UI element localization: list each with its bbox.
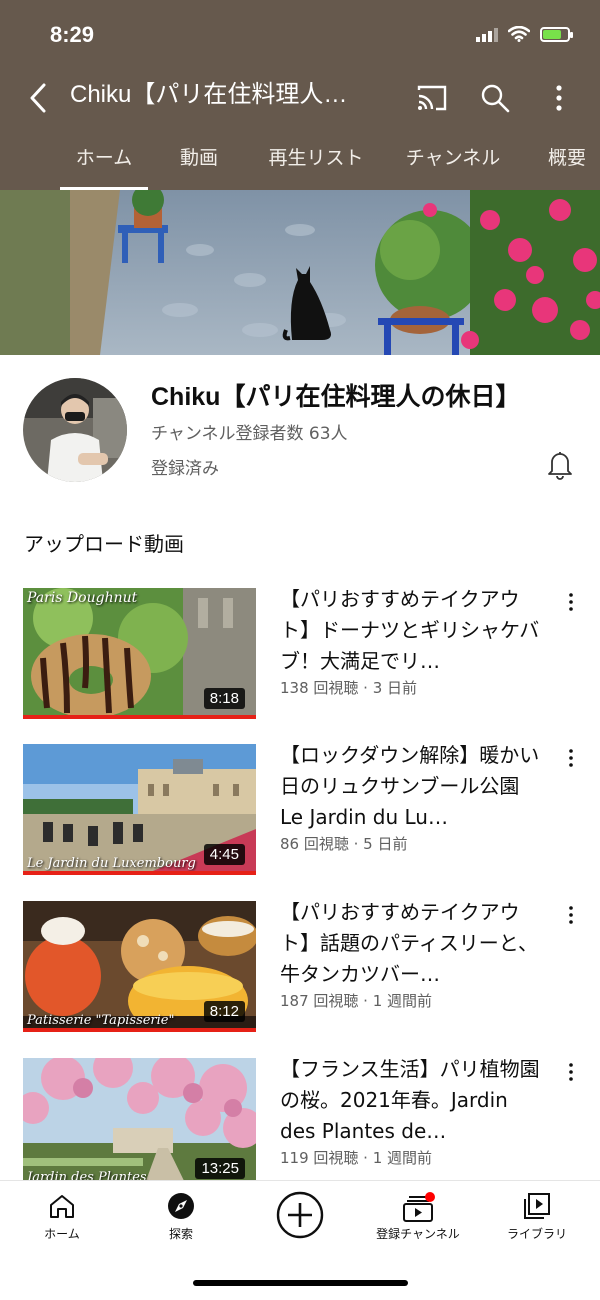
cast-icon[interactable]: [414, 80, 450, 116]
subscriber-count: チャンネル登録者数 63人: [151, 424, 348, 444]
banner-image: [0, 190, 600, 355]
tab-channels[interactable]: チャンネル: [400, 135, 506, 190]
status-bar: 8:29: [0, 0, 600, 70]
subscribed-button[interactable]: 登録済み: [151, 454, 219, 479]
nav-create[interactable]: [240, 1181, 360, 1261]
back-icon[interactable]: [22, 80, 58, 116]
tab-about[interactable]: 概要: [548, 135, 600, 190]
more-vert-icon[interactable]: [541, 80, 577, 116]
video-meta: 187 回視聴 · 1 週間前: [280, 992, 433, 1010]
more-vert-icon[interactable]: [559, 1060, 583, 1084]
signal-icon: [476, 26, 498, 42]
app-bar: Chiku【パリ在住料理人…: [0, 70, 600, 126]
thumbnail-caption: Le Jardin du Luxembourg: [27, 856, 196, 871]
channel-info: Chiku【パリ在住料理人の休日】 チャンネル登録者数 63人 登録済み: [0, 355, 600, 505]
watch-progress-bar: [23, 871, 256, 875]
nav-home[interactable]: ホーム: [2, 1181, 122, 1261]
page-title: Chiku【パリ在住料理人…: [70, 81, 348, 108]
video-title[interactable]: 【パリおすすめテイクアウト】話題のパティスリーと、牛タンカツバー…: [280, 897, 542, 990]
subscriptions-icon: [403, 1192, 435, 1222]
video-thumbnail[interactable]: Le Jardin du Luxembourg 4:45: [23, 744, 256, 875]
explore-icon: [168, 1193, 194, 1219]
library-icon: [524, 1193, 550, 1219]
bell-icon[interactable]: [543, 447, 577, 481]
tab-home[interactable]: ホーム: [60, 135, 148, 190]
more-vert-icon[interactable]: [559, 746, 583, 770]
status-time: 8:29: [50, 22, 95, 47]
battery-icon: [540, 26, 573, 42]
watch-progress-bar: [23, 715, 256, 719]
channel-banner: [0, 190, 600, 355]
video-item[interactable]: Paris Doughnut 8:18 【パリおすすめテイクアウト】ドーナツとギ…: [0, 587, 600, 719]
video-item[interactable]: Patisserie "Tapisserie" 8:12 【パリおすすめテイクア…: [0, 900, 600, 1032]
tab-playlists[interactable]: 再生リスト: [262, 135, 370, 190]
video-meta: 138 回視聴 · 3 日前: [280, 679, 418, 697]
nav-subscriptions-label: 登録チャンネル: [376, 1227, 460, 1241]
wifi-icon: [508, 26, 530, 42]
watch-progress-bar: [23, 1028, 256, 1032]
create-icon: [276, 1191, 324, 1239]
channel-header: 8:29 Chiku【パリ在住料理人… ホーム 動画 再生リスト チャンネル 概…: [0, 0, 600, 190]
search-icon[interactable]: [477, 80, 513, 116]
nav-library[interactable]: ライブラリ: [477, 1181, 597, 1261]
tab-videos[interactable]: 動画: [170, 135, 228, 190]
video-meta: 86 回視聴 · 5 日前: [280, 835, 408, 853]
video-duration: 8:18: [203, 688, 245, 709]
video-duration: 13:25: [195, 1158, 245, 1179]
home-icon: [50, 1195, 74, 1218]
thumbnail-caption: Paris Doughnut: [27, 590, 138, 606]
section-title-uploads: アップロード動画: [24, 532, 184, 556]
nav-subscriptions[interactable]: 登録チャンネル: [358, 1181, 478, 1261]
nav-library-label: ライブラリ: [506, 1227, 567, 1241]
video-duration: 4:45: [203, 844, 245, 865]
thumbnail-caption: Patisserie "Tapisserie": [27, 1013, 175, 1028]
status-icons: [476, 26, 573, 42]
video-thumbnail[interactable]: Paris Doughnut 8:18: [23, 588, 256, 719]
channel-name: Chiku【パリ在住料理人の休日】: [151, 383, 521, 411]
nav-explore-label: 探索: [168, 1227, 193, 1241]
video-item[interactable]: Jardin des Plantes 13:25 【フランス生活】パリ植物園の桜…: [0, 1057, 600, 1189]
video-thumbnail[interactable]: Jardin des Plantes 13:25: [23, 1058, 256, 1189]
video-item[interactable]: Le Jardin du Luxembourg 4:45 【ロックダウン解除】暖…: [0, 743, 600, 875]
notification-dot: [425, 1192, 435, 1202]
video-duration: 8:12: [203, 1001, 245, 1022]
more-vert-icon[interactable]: [559, 590, 583, 614]
nav-explore[interactable]: 探索: [121, 1181, 241, 1261]
home-indicator[interactable]: [193, 1280, 408, 1286]
video-thumbnail[interactable]: Patisserie "Tapisserie" 8:12: [23, 901, 256, 1032]
channel-tabs: ホーム 動画 再生リスト チャンネル 概要: [0, 135, 600, 190]
more-vert-icon[interactable]: [559, 903, 583, 927]
avatar-image: [23, 378, 127, 482]
video-title[interactable]: 【ロックダウン解除】暖かい日のリュクサンブール公園 Le Jardin du L…: [280, 740, 542, 833]
video-title[interactable]: 【フランス生活】パリ植物園の桜。2021年春。Jardin des Plante…: [280, 1054, 542, 1147]
nav-home-label: ホーム: [44, 1227, 80, 1241]
video-meta: 119 回視聴 · 1 週間前: [280, 1149, 433, 1167]
video-title[interactable]: 【パリおすすめテイクアウト】ドーナツとギリシャケバブ！大満足でリ…: [280, 584, 542, 677]
avatar[interactable]: [23, 378, 127, 482]
